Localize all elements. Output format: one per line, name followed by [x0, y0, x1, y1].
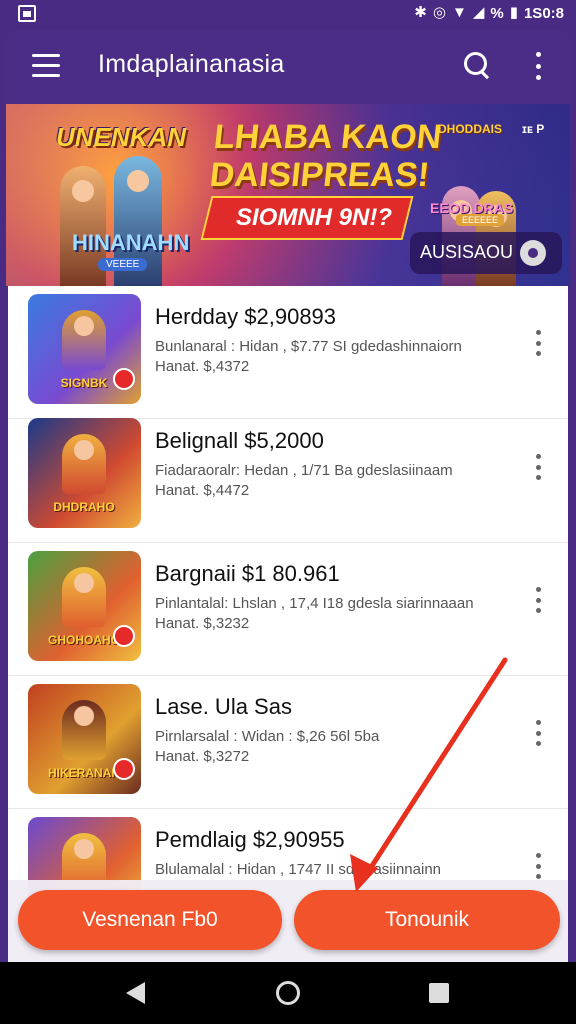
banner-headline-line1: LHABA KAON — [212, 118, 444, 156]
game-thumbnail: DHDRAHO — [28, 418, 141, 528]
app-title: Imdaplainanasia — [98, 50, 285, 78]
alarm-icon: ◎ — [432, 4, 446, 21]
status-bar: ✱ ◎ ▼ ◢ % ▮ 1S0:8 — [0, 0, 576, 28]
back-icon[interactable] — [126, 982, 145, 1004]
wifi-icon: ▼ — [451, 4, 467, 21]
game-thumbnail: HIKERANAN — [28, 684, 141, 794]
promo-banner[interactable]: UNENKAN HINANAHN VEEEE LHABA KAON DAISIP… — [6, 104, 570, 286]
banner-action-pill[interactable]: AUSISAOU — [410, 232, 562, 274]
game-title: Lase. Ula Sas — [155, 694, 292, 719]
row-more-icon[interactable] — [532, 720, 544, 746]
battery-icon: ▮ — [509, 4, 518, 21]
bluetooth-icon: ✱ — [414, 4, 427, 21]
game-details: Fiadaraoralr: Hedan , 1/71 Ba gdeslasiin… — [155, 462, 453, 479]
left-action-button[interactable]: Vesnenan Fb0 — [18, 890, 282, 950]
game-price: Hanat. $,4472 — [155, 482, 250, 499]
system-nav-bar — [0, 962, 576, 1024]
search-icon[interactable] — [462, 50, 494, 82]
banner-headline-line2: DAISIPREAS! — [208, 156, 432, 194]
banner-sub-left: HINANAHN — [72, 230, 190, 255]
status-time: 1S0:8 — [523, 4, 564, 22]
banner-pill-label: AUSISAOU — [420, 242, 514, 262]
banner-ribbon-text: SIOMNH 9N!? — [236, 204, 392, 231]
banner-right-logo: DHODDAIS — [438, 122, 503, 136]
game-price: Hanat. $,3272 — [155, 748, 250, 765]
game-title: Bargnaii $1 80.961 — [155, 561, 340, 586]
game-title: Pemdlaig $2,90955 — [155, 827, 345, 852]
banner-right-icon-text: ɪᴇ P — [522, 122, 545, 136]
signal-icon: ◢ — [472, 4, 485, 21]
game-details: Pinlantalal: Lhslan , 17,4 I18 gdesla si… — [155, 595, 474, 612]
game-details: Bunlanaral : Hidan , $7.77 SI gdedashinn… — [155, 338, 462, 355]
bottom-action-bar: Vesnenan Fb0 Tonounik — [8, 880, 568, 962]
home-icon[interactable] — [276, 981, 300, 1005]
list-item[interactable]: DHDRAHO Belignall $5,2000 Fiadaraoralr: … — [8, 410, 568, 543]
game-title: Belignall $5,2000 — [155, 428, 324, 453]
app-bar: Imdaplainanasia — [6, 30, 570, 104]
game-price: Hanat. $,4372 — [155, 358, 250, 375]
row-more-icon[interactable] — [532, 454, 544, 480]
list-item[interactable]: SIGNBK Herdday $2,90893 Bunlanaral : Hid… — [8, 286, 568, 419]
banner-sub-left-tag: VEEEE — [98, 258, 148, 271]
game-title: Herdday $2,90893 — [155, 304, 337, 329]
list-item[interactable]: GHOHOAHG Bargnaii $1 80.961 Pinlantalal:… — [8, 543, 568, 676]
recents-icon[interactable] — [429, 983, 449, 1003]
game-thumbnail: GHOHOAHG — [28, 551, 141, 661]
row-more-icon[interactable] — [532, 330, 544, 356]
right-action-button[interactable]: Tonounik — [294, 890, 560, 950]
list-item[interactable]: HIKERANAN Lase. Ula Sas Pirnlarsalal : W… — [8, 676, 568, 809]
game-thumbnail: SIGNBK — [28, 294, 141, 404]
more-vert-icon[interactable] — [530, 52, 546, 80]
banner-headline: LHABA KAON DAISIPREAS! — [208, 118, 443, 194]
disc-icon — [520, 240, 546, 266]
status-icons: ✱ ◎ ▼ ◢ % ▮ 1S0:8 — [414, 4, 564, 22]
game-price: Hanat. $,3232 — [155, 615, 250, 632]
menu-icon[interactable] — [32, 54, 60, 78]
row-more-icon[interactable] — [532, 587, 544, 613]
banner-right-tag: EEEEEE — [456, 214, 505, 226]
notification-image-icon — [18, 5, 36, 22]
game-details: Blulamalal : Hidan , 1747 II sdeslasiinn… — [155, 861, 442, 878]
game-details: Pirnlarsalal : Widan : $,26 56l 5ba — [155, 728, 380, 745]
game-list[interactable]: SIGNBK Herdday $2,90893 Bunlanaral : Hid… — [8, 286, 568, 962]
banner-logo-left: UNENKAN — [56, 122, 186, 152]
row-more-icon[interactable] — [532, 853, 544, 879]
battery-percent: % — [490, 4, 504, 22]
